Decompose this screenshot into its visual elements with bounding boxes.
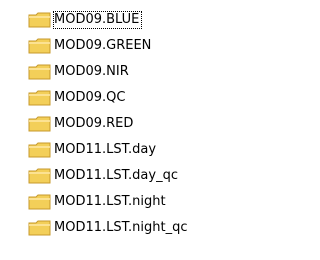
folder-label: MOD11.LST.day_qc <box>54 168 178 183</box>
folder-item-mod09-blue[interactable]: MOD09.BLUE <box>28 10 143 30</box>
folder-item-mod09-nir[interactable]: MOD09.NIR <box>28 62 131 82</box>
folder-icon <box>28 63 52 81</box>
folder-label: MOD09.RED <box>54 116 134 131</box>
folder-list: MOD09.BLUE MOD09.GREEN MOD09.NIR MOD09.Q… <box>0 0 271 260</box>
folder-icon <box>28 193 52 211</box>
folder-item-mod11-lst-night-qc[interactable]: MOD11.LST.night_qc <box>28 218 190 238</box>
folder-icon <box>28 89 52 107</box>
folder-icon <box>28 219 52 237</box>
folder-icon <box>28 11 52 29</box>
folder-icon <box>28 141 52 159</box>
folder-item-mod09-green[interactable]: MOD09.GREEN <box>28 36 153 56</box>
folder-label: MOD11.LST.night_qc <box>54 220 188 235</box>
folder-icon <box>28 167 52 185</box>
folder-icon <box>28 37 52 55</box>
folder-label: MOD09.BLUE <box>52 11 143 29</box>
folder-item-mod09-red[interactable]: MOD09.RED <box>28 114 135 134</box>
folder-label: MOD09.QC <box>54 90 126 105</box>
folder-label: MOD11.LST.day <box>54 142 157 157</box>
folder-icon <box>28 115 52 133</box>
folder-label: MOD11.LST.night <box>54 194 166 209</box>
folder-item-mod11-lst-night[interactable]: MOD11.LST.night <box>28 192 168 212</box>
folder-label: MOD09.NIR <box>54 64 129 79</box>
folder-item-mod11-lst-day-qc[interactable]: MOD11.LST.day_qc <box>28 166 180 186</box>
folder-label: MOD09.GREEN <box>54 38 152 53</box>
folder-item-mod09-qc[interactable]: MOD09.QC <box>28 88 127 108</box>
folder-item-mod11-lst-day[interactable]: MOD11.LST.day <box>28 140 158 160</box>
